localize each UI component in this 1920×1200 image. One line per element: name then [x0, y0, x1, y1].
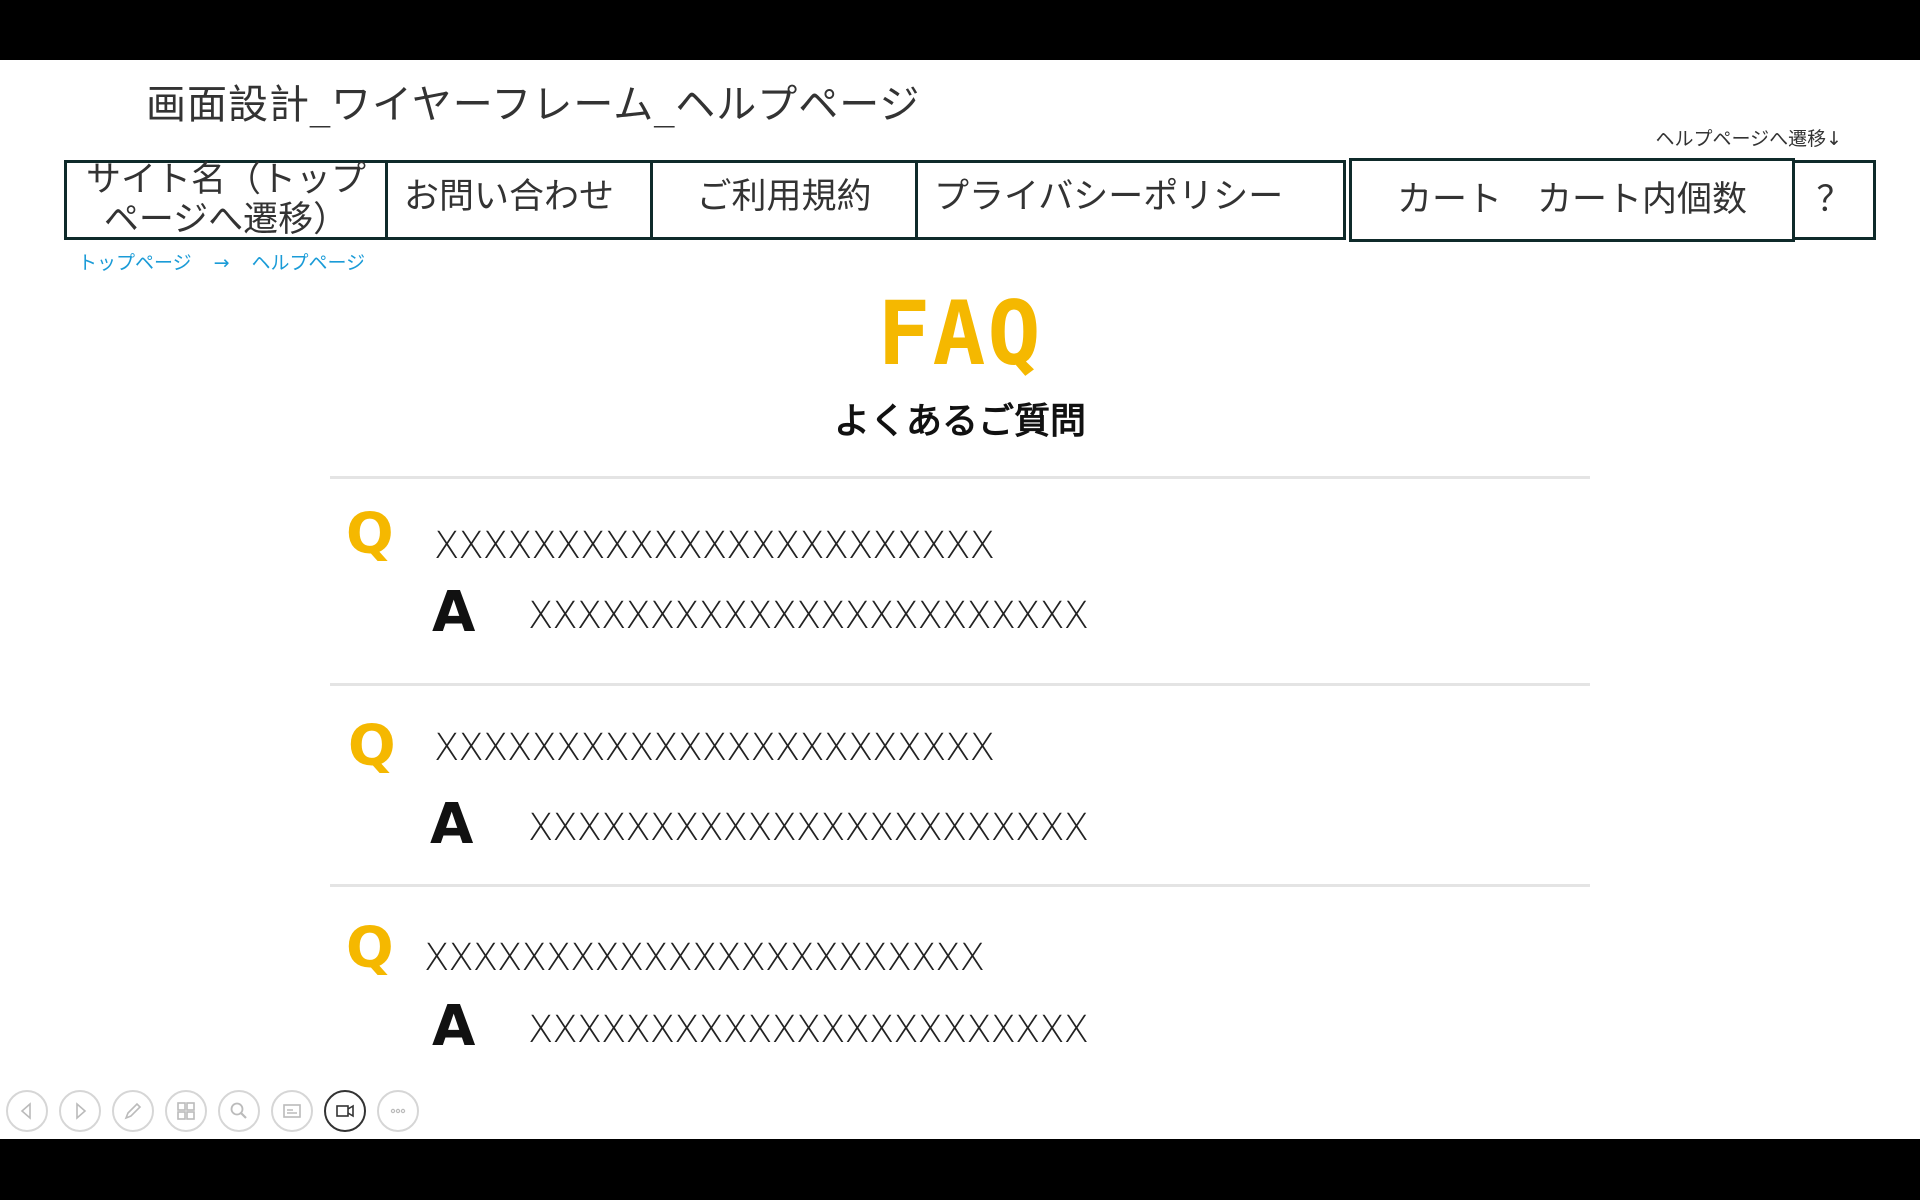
slides-button[interactable] — [165, 1090, 207, 1132]
nav-site-name-line2: ページへ遷移） — [103, 200, 349, 240]
nav-privacy[interactable]: プライバシーポリシー — [915, 160, 1346, 240]
breadcrumb-arrow: → — [213, 252, 230, 274]
back-icon — [20, 1102, 31, 1120]
zoom-icon — [230, 1102, 247, 1119]
question-mark: Q — [346, 502, 394, 567]
divider — [330, 884, 1590, 887]
answer-text: XXXXXXXXXXXXXXXXXXXXXXX — [528, 594, 1089, 637]
breadcrumb: トップページ → ヘルプページ — [78, 248, 365, 275]
nav-site-name[interactable]: サイト名（トップ ページへ遷移） — [64, 160, 388, 240]
question-text: XXXXXXXXXXXXXXXXXXXXXXX — [434, 726, 995, 769]
question-text: XXXXXXXXXXXXXXXXXXXXXXX — [434, 524, 995, 567]
faq-subheading: よくあるご質問 — [833, 401, 1086, 442]
question-mark: Q — [348, 714, 396, 779]
zoom-button[interactable] — [218, 1090, 260, 1132]
answer-text: XXXXXXXXXXXXXXXXXXXXXXX — [528, 1008, 1089, 1051]
nav-contact[interactable]: お問い合わせ — [385, 160, 653, 240]
slide-title: 画面設計_ワイヤーフレーム_ヘルプページ — [146, 82, 921, 128]
slides-icon — [177, 1102, 195, 1120]
letterbox-bottom — [0, 1139, 1920, 1200]
nav-site-name-line1: サイト名（トップ — [85, 159, 366, 200]
answer-mark: A — [432, 994, 476, 1059]
nav-cart[interactable]: カート カート内個数 — [1349, 158, 1795, 242]
slide: 画面設計_ワイヤーフレーム_ヘルプページ ヘルプページへ遷移↓ サイト名（トップ… — [0, 60, 1920, 1139]
letterbox-top — [0, 0, 1920, 60]
pen-button[interactable] — [112, 1090, 154, 1132]
camera-icon — [336, 1104, 354, 1118]
answer-mark: A — [432, 580, 476, 645]
more-icon — [390, 1108, 406, 1114]
nav-help[interactable]: ？ — [1792, 160, 1876, 240]
presentation-toolbar — [6, 1090, 419, 1136]
more-button[interactable] — [377, 1090, 419, 1132]
back-button[interactable] — [6, 1090, 48, 1132]
faq-heading: FAQ — [877, 282, 1043, 385]
nav-terms[interactable]: ご利用規約 — [650, 160, 918, 240]
camera-button[interactable] — [324, 1090, 366, 1132]
answer-text: XXXXXXXXXXXXXXXXXXXXXXX — [528, 806, 1089, 849]
forward-icon — [76, 1102, 87, 1120]
nav-note: ヘルプページへ遷移↓ — [1655, 128, 1842, 150]
breadcrumb-top[interactable]: トップページ — [78, 252, 192, 274]
divider — [330, 683, 1590, 686]
subtitles-button[interactable] — [271, 1090, 313, 1132]
divider — [330, 476, 1590, 479]
pen-icon — [124, 1102, 142, 1120]
breadcrumb-current: ヘルプページ — [251, 252, 366, 274]
forward-button[interactable] — [59, 1090, 101, 1132]
subtitles-icon — [283, 1104, 301, 1118]
answer-mark: A — [430, 792, 474, 857]
question-mark: Q — [346, 916, 394, 981]
global-nav: サイト名（トップ ページへ遷移） お問い合わせ ご利用規約 プライバシーポリシー… — [64, 158, 1876, 244]
question-text: XXXXXXXXXXXXXXXXXXXXXXX — [424, 936, 985, 979]
